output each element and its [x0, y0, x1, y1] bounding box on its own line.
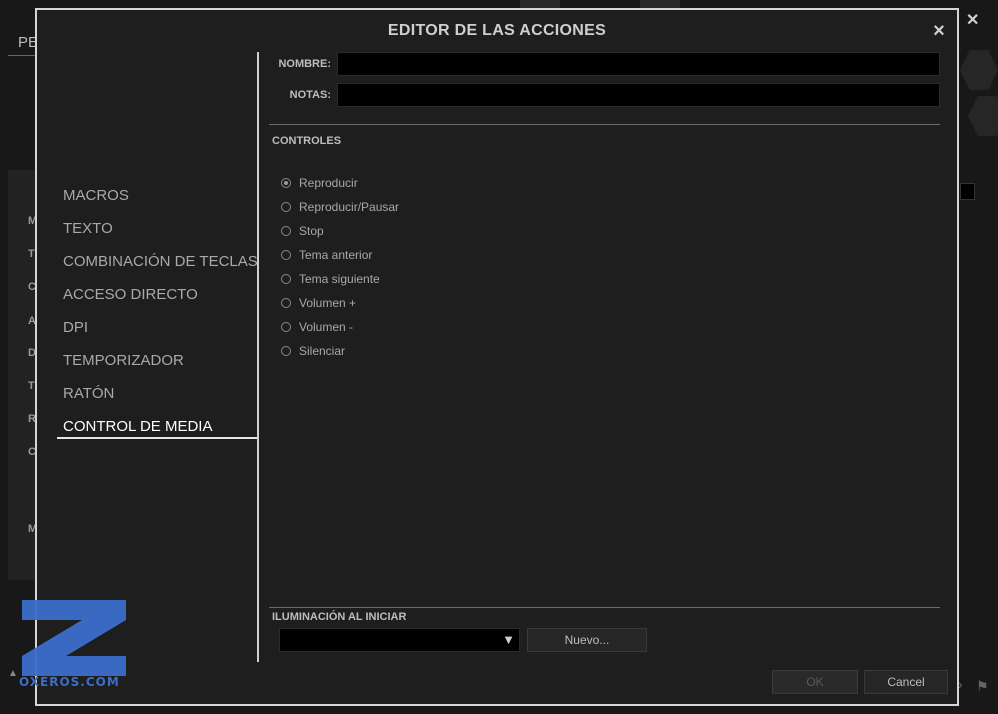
- nav-item-texto[interactable]: TEXTO: [57, 213, 259, 246]
- lighting-select[interactable]: ▼: [279, 628, 520, 652]
- bg-sidebar-letter: T: [28, 380, 35, 392]
- notes-field[interactable]: [337, 83, 940, 107]
- section-divider: [269, 607, 940, 608]
- media-control-option[interactable]: Reproducir/Pausar: [281, 197, 399, 217]
- nav-item-combinaci-n-de-teclas[interactable]: COMBINACIÓN DE TECLAS: [57, 246, 259, 279]
- radio-unchecked-icon[interactable]: [281, 322, 291, 332]
- cancel-button[interactable]: Cancel: [864, 670, 948, 694]
- media-control-option[interactable]: Volumen -: [281, 317, 353, 337]
- dropdown-arrow-icon: ▼: [502, 632, 515, 647]
- media-control-option[interactable]: Silenciar: [281, 341, 345, 361]
- media-control-label: Reproducir/Pausar: [299, 200, 400, 214]
- media-control-label: Volumen +: [299, 296, 357, 310]
- media-control-option[interactable]: Reproducir: [281, 173, 358, 193]
- corsair-logo-icon: ⚑: [976, 678, 989, 694]
- radio-unchecked-icon[interactable]: [281, 346, 291, 356]
- radio-checked-icon[interactable]: [281, 178, 291, 188]
- media-control-label: Stop: [299, 224, 324, 238]
- radio-unchecked-icon[interactable]: [281, 298, 291, 308]
- section-divider: [269, 124, 940, 125]
- media-control-label: Tema siguiente: [299, 272, 380, 286]
- media-control-label: Volumen -: [299, 320, 354, 334]
- bg-up-arrow-icon: ▲: [8, 668, 18, 679]
- action-editor-dialog: EDITOR DE LAS ACCIONES × MACROS TEXTO COMB…: [35, 8, 959, 706]
- nav-item-rat-n[interactable]: RATÓN: [57, 378, 259, 411]
- media-control-label: Tema anterior: [299, 248, 373, 262]
- name-field[interactable]: [337, 52, 940, 76]
- bg-hex-tile: [968, 96, 998, 136]
- media-control-option[interactable]: Tema anterior: [281, 245, 372, 265]
- media-control-label: Reproducir: [299, 176, 358, 190]
- nav-divider: [257, 52, 259, 662]
- notes-label: NOTAS:: [289, 89, 331, 101]
- radio-unchecked-icon[interactable]: [281, 250, 291, 260]
- media-control-label: Silenciar: [299, 344, 346, 358]
- bg-hex-tile: [520, 0, 560, 8]
- nav-item-control-de-media[interactable]: CONTROL DE MEDIA: [57, 411, 259, 444]
- ok-button[interactable]: OK: [772, 670, 858, 694]
- bg-sidebar-letter: T: [28, 248, 35, 260]
- new-lighting-button[interactable]: Nuevo...: [527, 628, 647, 652]
- radio-unchecked-icon[interactable]: [281, 226, 291, 236]
- nav-item-temporizador[interactable]: TEMPORIZADOR: [57, 345, 259, 378]
- media-control-option[interactable]: Stop: [281, 221, 324, 241]
- bg-close-icon[interactable]: ✕: [966, 10, 979, 30]
- media-control-option[interactable]: Volumen +: [281, 293, 356, 313]
- nav-active-underline: [57, 437, 259, 439]
- bg-title-underline: [8, 55, 38, 56]
- action-type-nav: MACROS TEXTO COMBINACIÓN DE TECLAS ACCESO D…: [57, 180, 259, 444]
- media-control-option[interactable]: Tema siguiente: [281, 269, 380, 289]
- controls-label: CONTROLES: [272, 135, 342, 147]
- watermark-text: OXEROS.COM: [19, 675, 120, 689]
- nav-item-acceso-directo[interactable]: ACCESO DIRECTO: [57, 279, 259, 312]
- radio-unchecked-icon[interactable]: [281, 274, 291, 284]
- nav-item-dpi[interactable]: DPI: [57, 312, 259, 345]
- nav-item-macros[interactable]: MACROS: [57, 180, 259, 213]
- name-label: NOMBRE:: [278, 58, 331, 70]
- lighting-label: ILUMINACIÓN AL INICIAR: [272, 611, 407, 623]
- app-root: PE ✕ MTCADTRCM ▲ › ⚑ EDITOR DE LAS ACCIO…: [0, 0, 998, 714]
- bg-hex-tile: [960, 50, 998, 90]
- bg-black-box: [960, 183, 975, 200]
- dialog-title: EDITOR DE LAS ACCIONES: [387, 22, 607, 39]
- bg-hex-tile: [640, 0, 680, 8]
- action-form: NOMBRE: NOTAS: CONTROLES Reproducir Repro…: [261, 50, 957, 672]
- radio-unchecked-icon[interactable]: [281, 202, 291, 212]
- close-icon[interactable]: ×: [929, 20, 949, 44]
